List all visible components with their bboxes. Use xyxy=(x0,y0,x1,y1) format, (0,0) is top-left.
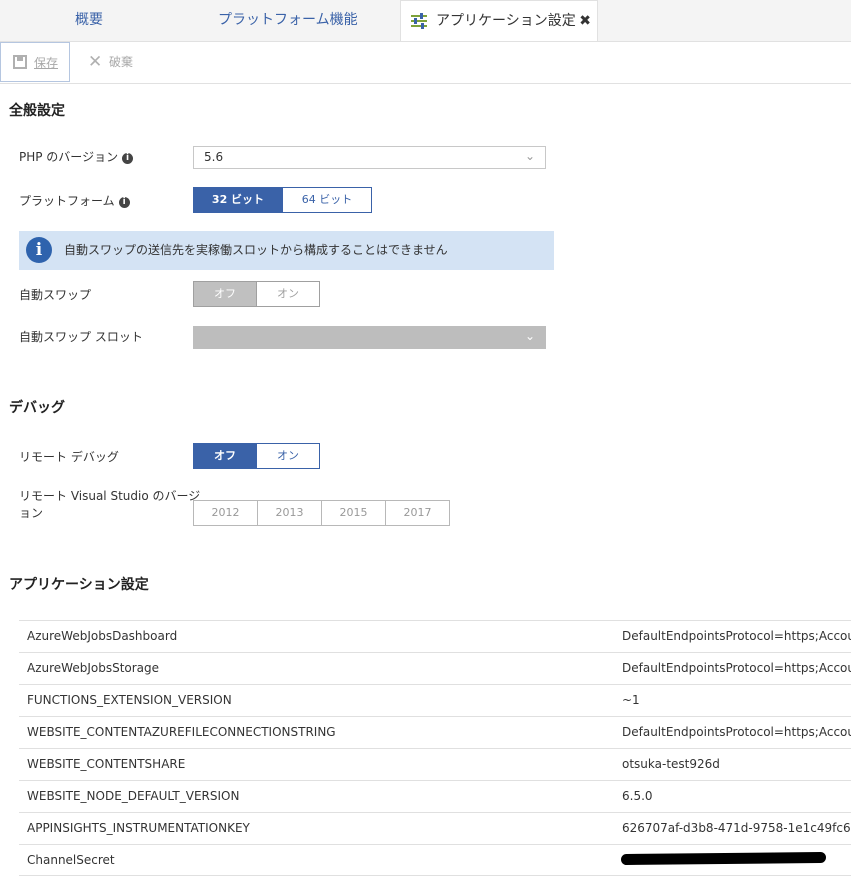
platform-option-32bit[interactable]: 32 ビット xyxy=(193,187,283,213)
setting-key[interactable]: WEBSITE_CONTENTAZUREFILECONNECTIONSTRING xyxy=(27,717,336,748)
vs-version-label-line2: ョン xyxy=(19,506,44,520)
remote-debug-on[interactable]: オン xyxy=(257,443,320,469)
info-banner-text: 自動スワップの送信先を実稼働スロットから構成することはできません xyxy=(64,243,448,257)
auto-swap-slot-select[interactable]: ⌄ xyxy=(193,326,546,349)
platform-label-text: プラットフォーム xyxy=(19,194,115,208)
table-row[interactable]: FUNCTIONS_EXTENSION_VERSION ~1 xyxy=(19,684,851,716)
tab-bar: 概要 プラットフォーム機能 アプリケーション設定 ✖ xyxy=(0,0,851,42)
vs-version-toggle: 2012 2013 2015 2017 xyxy=(193,500,450,526)
setting-value[interactable]: DefaultEndpointsProtocol=https;AccountNa xyxy=(622,653,851,684)
setting-key[interactable]: WEBSITE_NODE_DEFAULT_VERSION xyxy=(27,781,239,812)
tab-overview[interactable]: 概要 xyxy=(75,0,103,41)
setting-value[interactable]: otsuka-test926d xyxy=(622,749,720,780)
command-toolbar: 保存 ✕ 破棄 xyxy=(0,42,851,84)
setting-key[interactable]: WEBSITE_CONTENTSHARE xyxy=(27,749,185,780)
info-banner: i 自動スワップの送信先を実稼働スロットから構成することはできません xyxy=(19,231,554,270)
auto-swap-on[interactable]: オン xyxy=(257,281,320,307)
auto-swap-toggle: オフ オン xyxy=(193,281,320,307)
close-icon: ✕ xyxy=(88,52,103,72)
save-icon xyxy=(13,55,27,69)
auto-swap-label: 自動スワップ xyxy=(19,288,92,302)
settings-sliders-icon xyxy=(411,13,427,29)
debug-heading: デバッグ xyxy=(9,400,65,416)
remote-debug-label: リモート デバッグ xyxy=(19,450,119,464)
tab-label: アプリケーション設定 xyxy=(436,13,576,29)
vs-version-label-line1: リモート Visual Studio のバージ xyxy=(19,489,201,503)
vs-version-label: リモート Visual Studio のバージ ョン xyxy=(19,488,200,522)
discard-label: 破棄 xyxy=(109,55,134,69)
table-row[interactable]: APPINSIGHTS_INSTRUMENTATIONKEY 626707af-d… xyxy=(19,812,851,844)
setting-key[interactable]: AzureWebJobsDashboard xyxy=(27,621,177,652)
php-version-label: PHP のバージョン i xyxy=(19,148,134,165)
setting-value[interactable]: DefaultEndpointsProtocol=https;AccountNa xyxy=(622,621,851,652)
vs-version-2015[interactable]: 2015 xyxy=(321,500,386,526)
setting-value[interactable]: 626707af-d3b8-471d-9758-1e1c49fc6ad9 xyxy=(622,813,851,844)
auto-swap-slot-label: 自動スワップ スロット xyxy=(19,330,143,344)
table-row[interactable]: WEBSITE_CONTENTAZUREFILECONNECTIONSTRING… xyxy=(19,716,851,748)
redaction-mark xyxy=(620,851,827,866)
setting-key[interactable]: AzureWebJobsStorage xyxy=(27,653,159,684)
table-row[interactable]: ChannelSecret xyxy=(19,844,851,876)
platform-option-64bit[interactable]: 64 ビット xyxy=(283,187,372,213)
tab-platform-features[interactable]: プラットフォーム機能 xyxy=(218,0,358,41)
setting-value[interactable]: ~1 xyxy=(622,685,640,716)
platform-label: プラットフォーム i xyxy=(19,192,130,209)
save-button[interactable]: 保存 xyxy=(0,42,70,82)
discard-button[interactable]: ✕ 破棄 xyxy=(88,42,133,82)
info-icon[interactable]: i xyxy=(122,153,134,164)
setting-value[interactable]: 6.5.0 xyxy=(622,781,653,812)
close-icon[interactable]: ✖ xyxy=(579,1,591,42)
info-icon: i xyxy=(26,237,52,263)
vs-version-2017[interactable]: 2017 xyxy=(385,500,450,526)
app-settings-heading: アプリケーション設定 xyxy=(9,577,149,593)
setting-value[interactable]: DefaultEndpointsProtocol=https;AccountNa xyxy=(622,717,851,748)
chevron-down-icon: ⌄ xyxy=(524,149,535,163)
remote-debug-toggle: オフ オン xyxy=(193,443,320,469)
save-label: 保存 xyxy=(34,56,59,70)
vs-version-2012[interactable]: 2012 xyxy=(193,500,258,526)
table-row[interactable]: WEBSITE_CONTENTSHARE otsuka-test926d xyxy=(19,748,851,780)
php-version-value: 5.6 xyxy=(204,150,224,164)
chevron-down-icon: ⌄ xyxy=(524,329,535,343)
setting-key[interactable]: APPINSIGHTS_INSTRUMENTATIONKEY xyxy=(27,813,250,844)
table-row[interactable]: AzureWebJobsDashboard DefaultEndpointsPro… xyxy=(19,620,851,652)
tab-application-settings[interactable]: アプリケーション設定 ✖ xyxy=(400,0,598,41)
platform-toggle: 32 ビット 64 ビット xyxy=(193,187,372,213)
table-row[interactable]: AzureWebJobsStorage DefaultEndpointsProto… xyxy=(19,652,851,684)
php-version-label-text: PHP のバージョン xyxy=(19,150,119,164)
setting-key[interactable]: FUNCTIONS_EXTENSION_VERSION xyxy=(27,685,232,716)
table-row[interactable]: WEBSITE_NODE_DEFAULT_VERSION 6.5.0 xyxy=(19,780,851,812)
info-icon[interactable]: i xyxy=(118,197,130,208)
setting-key[interactable]: ChannelSecret xyxy=(27,845,115,876)
general-settings-heading: 全般設定 xyxy=(9,103,65,119)
remote-debug-off[interactable]: オフ xyxy=(193,443,257,469)
vs-version-2013[interactable]: 2013 xyxy=(257,500,322,526)
app-settings-table: AzureWebJobsDashboard DefaultEndpointsPro… xyxy=(19,620,851,876)
php-version-select[interactable]: 5.6 ⌄ xyxy=(193,146,546,169)
auto-swap-off[interactable]: オフ xyxy=(193,281,257,307)
